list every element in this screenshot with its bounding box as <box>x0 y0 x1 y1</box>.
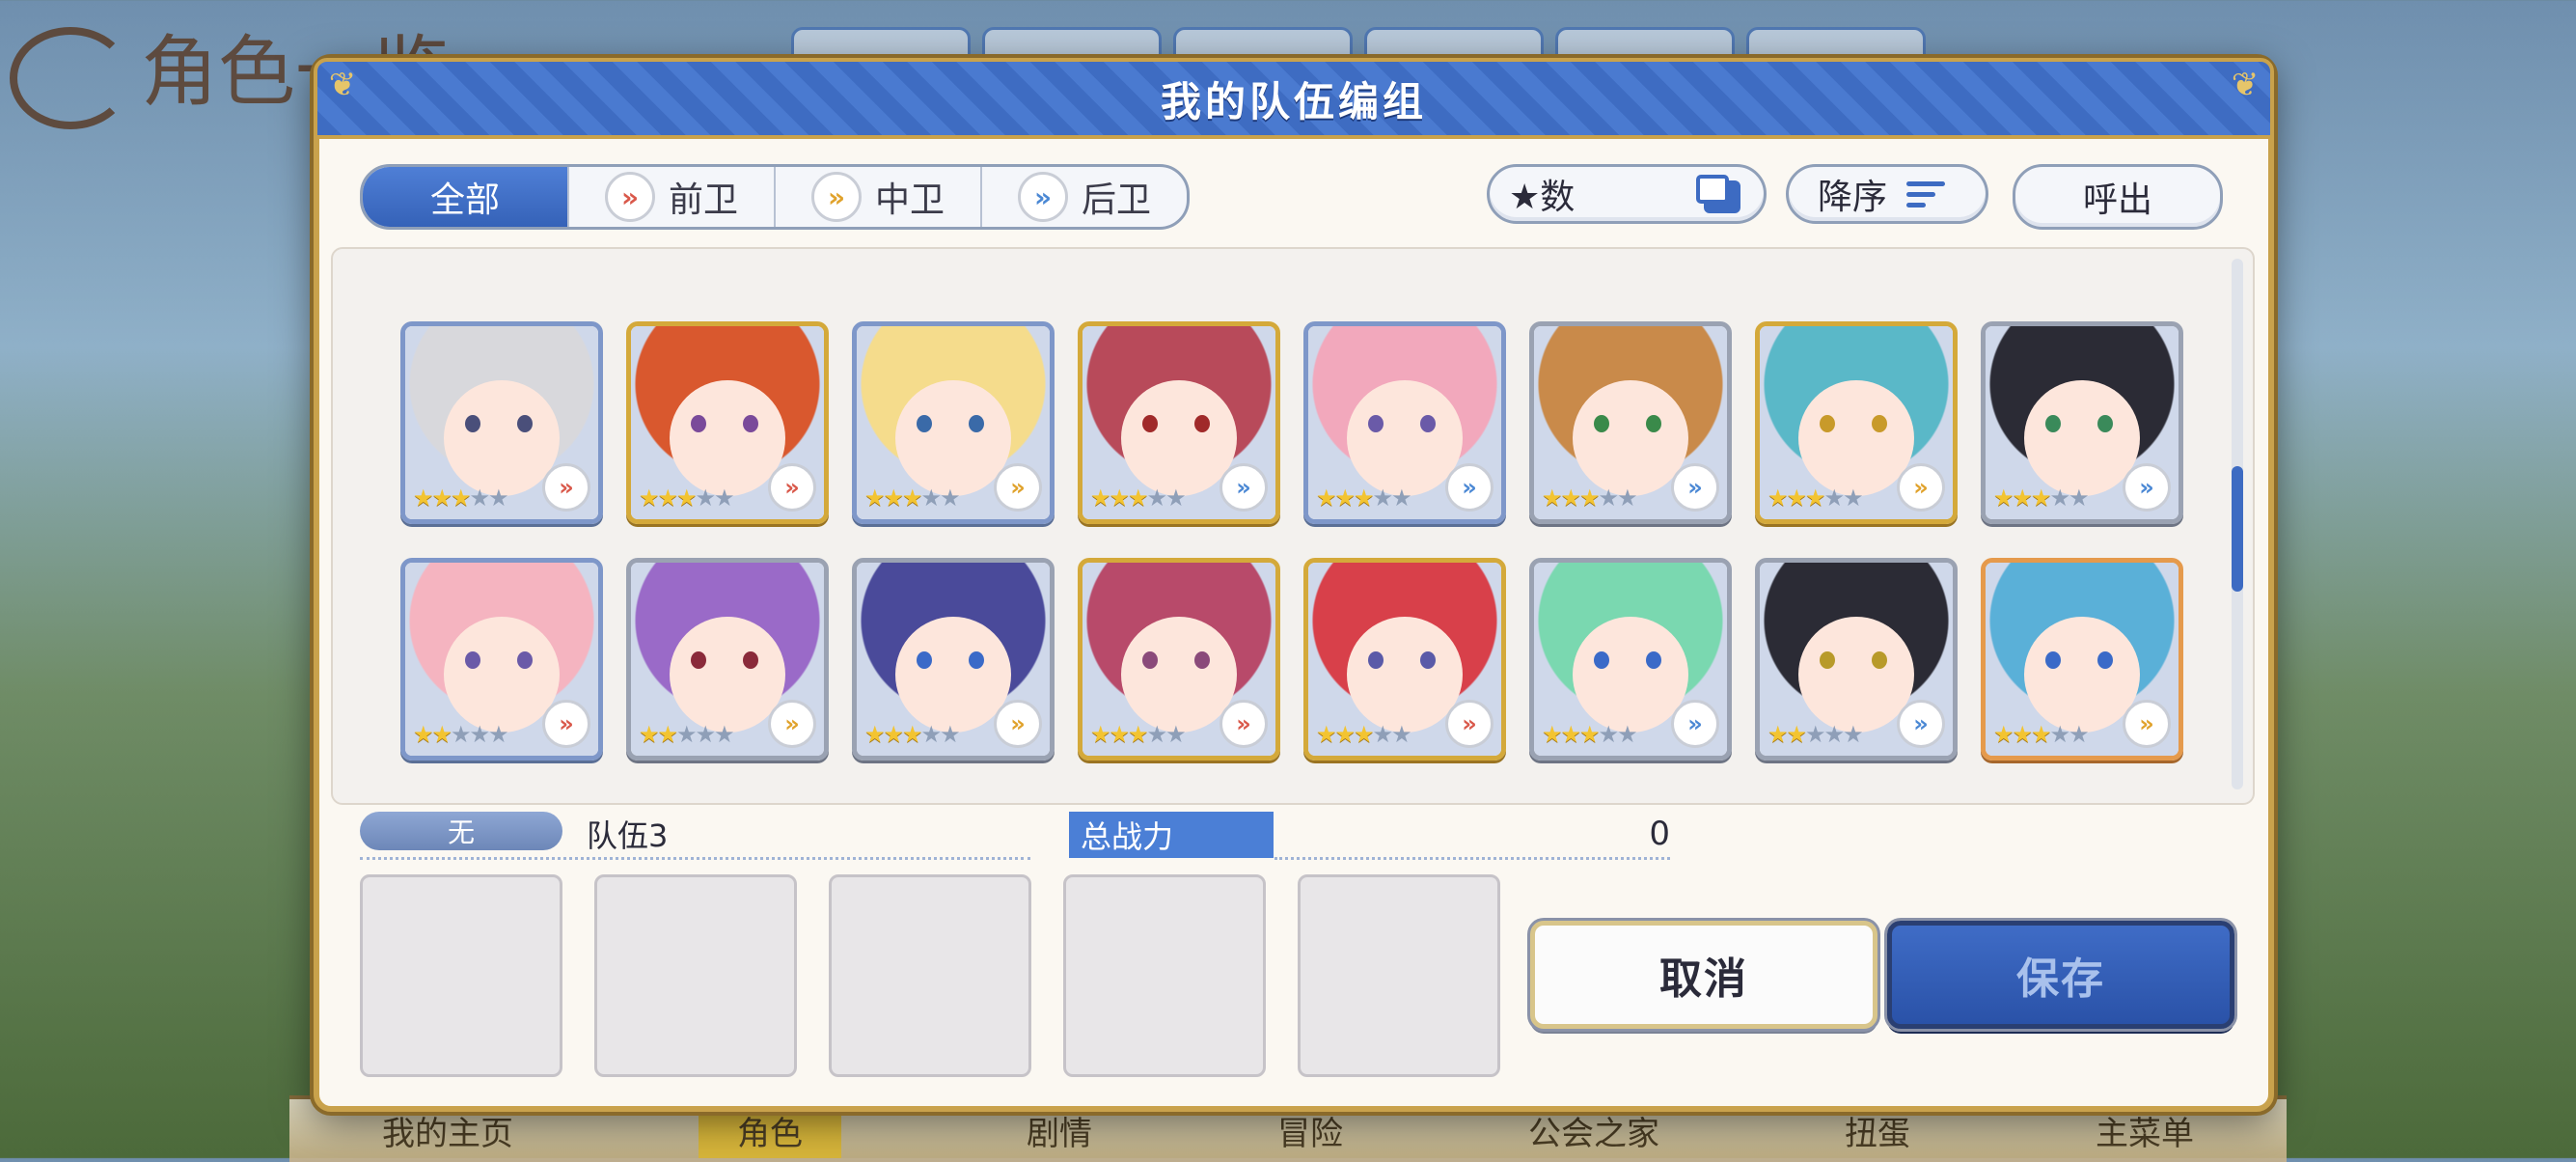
sort-key-label: ★数 <box>1509 178 1576 217</box>
tab-label: 中卫 <box>874 180 945 220</box>
star-rating: ★★★★★ <box>1542 484 1638 512</box>
nav-item-story: 剧情 <box>1027 1115 1092 1153</box>
chevron-front-icon: » <box>768 463 816 512</box>
tab-label: 前卫 <box>668 180 738 220</box>
chevron-back-icon: » <box>2123 463 2171 512</box>
star-rating: ★★★★★ <box>1090 484 1187 512</box>
star-rating: ★★★★★ <box>413 484 509 512</box>
character-card[interactable]: ★★★★★ » <box>1981 558 2183 761</box>
sort-order-label: 降序 <box>1818 178 1888 217</box>
star-rating: ★★★★★ <box>1993 721 2090 748</box>
call-label: 呼出 <box>2082 180 2152 220</box>
character-card[interactable]: ★★★★★ » <box>1755 321 1958 524</box>
nav-item-main-menu: 主菜单 <box>2096 1115 2194 1153</box>
team-name: 队伍3 <box>587 817 669 854</box>
chevron-mid-icon: » <box>768 700 816 748</box>
character-card[interactable]: ★★★★★ » <box>852 321 1055 524</box>
star-rating: ★★★★★ <box>1090 721 1187 748</box>
sort-descending-icon <box>1906 180 1946 208</box>
chevron-front-icon: » <box>1445 700 1494 748</box>
scrollbar-thumb[interactable] <box>2232 466 2243 592</box>
total-power-label: 总战力 <box>1069 812 1274 858</box>
character-card[interactable]: ★★★★★ » <box>1303 558 1506 761</box>
team-status-badge[interactable]: 无 <box>360 812 562 850</box>
chevron-back-icon: » <box>1897 700 1945 748</box>
team-slot[interactable] <box>1298 874 1500 1077</box>
team-slot[interactable] <box>594 874 797 1077</box>
sort-key-button[interactable]: ★数 <box>1487 164 1767 224</box>
character-card[interactable]: ★★★★★ » <box>400 321 603 524</box>
character-card[interactable]: ★★★★★ » <box>1529 558 1732 761</box>
star-rating: ★★★★★ <box>1316 484 1412 512</box>
sort-order-button[interactable]: 降序 <box>1786 164 1988 224</box>
nav-item-adventure: 冒险 <box>1277 1115 1343 1153</box>
character-card[interactable]: ★★★★★ » <box>1529 321 1732 524</box>
nav-item-home: 我的主页 <box>382 1115 513 1153</box>
team-slot[interactable] <box>829 874 1031 1077</box>
character-card[interactable]: ★★★★★ » <box>400 558 603 761</box>
tab-label: 后卫 <box>1081 180 1151 220</box>
star-rating: ★★★★★ <box>864 484 961 512</box>
character-row: ★★★★★» ★★★★★» ★★★★★» ★★★★★» ★★★★★» ★★★★★» ★★★★… <box>400 558 2183 761</box>
character-card[interactable]: ★★★★★ » <box>1078 558 1280 761</box>
cancel-button[interactable]: 取消 <box>1530 921 1877 1029</box>
tab-label: 全部 <box>429 180 500 220</box>
star-rating: ★★★★★ <box>639 484 735 512</box>
team-slot[interactable] <box>360 874 562 1077</box>
character-card[interactable]: ★★★★★ » <box>1755 558 1958 761</box>
save-button[interactable]: 保存 <box>1887 921 2234 1029</box>
tab-front[interactable]: » 前卫 <box>569 167 776 227</box>
star-rating: ★★★★★ <box>1542 721 1638 748</box>
tab-all[interactable]: 全部 <box>363 167 569 227</box>
corner-ornament-icon: ❦ <box>2231 66 2260 104</box>
call-team-button[interactable]: 呼出 <box>2013 164 2223 230</box>
chevron-back-icon: » <box>1017 172 1068 222</box>
character-card[interactable]: ★★★★★ » <box>626 321 829 524</box>
corner-ornament-icon: ❦ <box>328 66 357 104</box>
character-card[interactable]: ★★★★★ » <box>852 558 1055 761</box>
chevron-front-icon: » <box>542 463 590 512</box>
nav-item-guild: 公会之家 <box>1528 1115 1659 1153</box>
star-rating: ★★★★★ <box>413 721 509 748</box>
character-card[interactable]: ★★★★★ » <box>626 558 829 761</box>
title-ornament-icon <box>10 27 131 129</box>
tab-mid[interactable]: » 中卫 <box>776 167 982 227</box>
team-slot[interactable] <box>1063 874 1266 1077</box>
dialog-title: 我的队伍编组 <box>1160 77 1427 125</box>
star-rating: ★★★★★ <box>639 721 735 748</box>
character-card[interactable]: ★★★★★ » <box>1303 321 1506 524</box>
chevron-mid-icon: » <box>994 463 1042 512</box>
star-rating: ★★★★★ <box>1768 721 1864 748</box>
chevron-back-icon: » <box>1671 463 1719 512</box>
chevron-mid-icon: » <box>994 700 1042 748</box>
star-rating: ★★★★★ <box>1768 484 1864 512</box>
chevron-mid-icon: » <box>810 172 862 222</box>
divider <box>1274 857 1670 860</box>
character-card[interactable]: ★★★★★ » <box>1981 321 2183 524</box>
divider <box>360 857 1030 860</box>
chevron-back-icon: » <box>1219 463 1268 512</box>
role-filter-tabs: 全部 » 前卫 » 中卫 » 后卫 <box>360 164 1190 230</box>
dialog-header: ❦ 我的队伍编组 ❦ <box>314 58 2274 139</box>
tab-back[interactable]: » 后卫 <box>982 167 1187 227</box>
character-row: ★★★★★» ★★★★★» ★★★★★» ★★★★★» ★★★★★» ★★★★★» ★★★★… <box>400 321 2183 524</box>
chevron-front-icon: » <box>542 700 590 748</box>
star-rating: ★★★★★ <box>1993 484 2090 512</box>
character-grid: ★★★★★» ★★★★★» ★★★★★» ★★★★★» ★★★★★» ★★★★★» ★★★★… <box>331 247 2255 805</box>
team-edit-dialog: ❦ 我的队伍编组 ❦ 全部 » 前卫 » 中卫 » 后卫 ★数 降序 呼出 ★★… <box>314 58 2274 1112</box>
chevron-front-icon: » <box>1219 700 1268 748</box>
grid-scrollbar[interactable] <box>2232 259 2243 789</box>
star-rating: ★★★★★ <box>864 721 961 748</box>
star-rating: ★★★★★ <box>1316 721 1412 748</box>
chevron-mid-icon: » <box>2123 700 2171 748</box>
chevron-back-icon: » <box>1445 463 1494 512</box>
character-card[interactable]: ★★★★★ » <box>1078 321 1280 524</box>
chevron-front-icon: » <box>604 172 655 222</box>
total-power-value: 0 <box>1649 815 1670 853</box>
chevron-back-icon: » <box>1671 700 1719 748</box>
nav-item-gacha: 扭蛋 <box>1845 1115 1910 1153</box>
chevron-mid-icon: » <box>1897 463 1945 512</box>
sort-options-icon <box>1696 175 1740 213</box>
